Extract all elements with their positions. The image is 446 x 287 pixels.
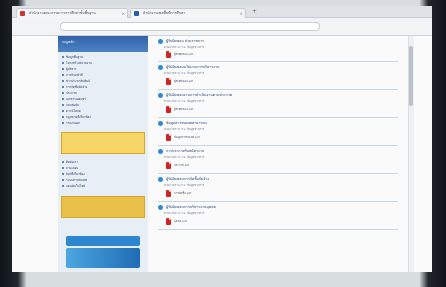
photo-frame: สำนักงานคณะกรรมการการศึกษาขั้นพื้นฐาน × … xyxy=(0,0,446,287)
file-link[interactable]: การจัดซื้อ.pdf xyxy=(166,190,286,197)
url-input[interactable] xyxy=(60,22,320,31)
favicon-icon xyxy=(134,11,139,16)
list-item-title[interactable]: การประกาศรับสมัครงาน xyxy=(158,148,388,154)
bullet-icon xyxy=(62,74,64,76)
sidebar-item[interactable]: ข่าวประชาสัมพันธ์ xyxy=(62,79,144,84)
sidebar-item[interactable]: ภารกิจหน้าที่ xyxy=(62,73,144,78)
close-icon[interactable]: × xyxy=(240,9,243,18)
list-item-meta: ตามมาตรา พ.ร.บ. ข้อมูลข่าวสาร xyxy=(164,155,205,159)
list-item-title[interactable]: ข้อมูลสารสนเทศสาธารณะ xyxy=(158,120,388,126)
bullet-icon xyxy=(62,110,64,112)
list-item-title[interactable]: ผู้รับผิดชอบ ส่วนราชการ xyxy=(158,38,388,44)
sidebar-header: เมนูหลัก xyxy=(58,36,148,52)
list-item-title[interactable]: ผู้รับผิดชอบการจัดซื้อจัดจ้าง xyxy=(158,176,388,182)
tab-label: สำนักงานคณะกรรมการการศึกษาขั้นพื้นฐาน xyxy=(29,11,96,15)
content-list: ผู้รับผิดชอบ ส่วนราชการ ตามมาตรา พ.ร.บ. … xyxy=(150,36,408,272)
favicon-icon xyxy=(20,11,25,16)
pdf-icon xyxy=(166,78,171,85)
new-tab-button[interactable]: + xyxy=(252,9,257,15)
bullet-icon xyxy=(62,98,64,100)
sidebar-item[interactable]: โครงสร้างหน่วยงาน xyxy=(62,61,144,66)
bullet-icon xyxy=(158,148,163,154)
divider xyxy=(158,229,398,230)
sidebar-item[interactable]: เอกสารเผยแพร่ xyxy=(62,97,144,102)
sidebar-item[interactable]: ดาวน์โหลด xyxy=(62,109,144,114)
browser-tab-bar: สำนักงานคณะกรรมการการศึกษาขั้นพื้นฐาน × … xyxy=(12,6,432,18)
bullet-icon xyxy=(158,38,163,44)
divider xyxy=(158,61,398,62)
sidebar-item[interactable]: ข้อมูลพื้นฐาน xyxy=(62,55,144,60)
sidebar-item[interactable]: รายงานผล xyxy=(62,121,144,126)
bullet-icon xyxy=(62,179,64,181)
bullet-icon xyxy=(62,161,64,163)
sidebar-banner[interactable] xyxy=(66,236,140,246)
sidebar-item[interactable]: กฎหมายที่เกี่ยวข้อง xyxy=(62,115,144,120)
file-link[interactable]: ประกาศ.pdf xyxy=(166,162,286,169)
sidebar-item[interactable]: ติดต่อเรา xyxy=(62,160,144,165)
browser-tab-1[interactable]: สำนักงานคณะกรรมการการศึกษาขั้นพื้นฐาน × xyxy=(16,8,128,18)
list-item-title[interactable]: ผู้รับผิดชอบงานการดำเนินงานตามประกาศ xyxy=(158,92,388,98)
sidebar-item[interactable]: แบบฟอร์ม xyxy=(62,103,144,108)
list-item-meta: ตามมาตรา พ.ร.บ. ข้อมูลข่าวสาร xyxy=(164,127,205,131)
list-item-meta: ตามมาตรา พ.ร.บ. ข้อมูลข่าวสาร xyxy=(164,211,205,215)
sidebar-highlight-box xyxy=(61,196,145,218)
sidebar-item[interactable]: การจัดซื้อจัดจ้าง xyxy=(62,85,144,90)
pdf-icon xyxy=(166,162,171,169)
bullet-icon xyxy=(62,56,64,58)
file-link[interactable]: ผู้รับผิดชอบ.pdf xyxy=(166,51,286,58)
bullet-icon xyxy=(62,86,64,88)
bullet-icon xyxy=(62,62,64,64)
tab-label: สำนักงานเขตพื้นที่การศึกษา xyxy=(143,11,186,15)
bullet-icon xyxy=(62,116,64,118)
close-icon[interactable]: × xyxy=(122,9,125,18)
bullet-icon xyxy=(62,173,64,175)
divider xyxy=(158,117,398,118)
divider xyxy=(158,145,398,146)
bullet-icon xyxy=(62,167,64,169)
sidebar-item[interactable]: ระบบสารสนเทศ xyxy=(62,178,144,183)
list-item-title[interactable]: ผู้รับผิดชอบการบริหารงานบุคคล xyxy=(158,204,388,210)
list-item-meta: ตามมาตรา พ.ร.บ. ข้อมูลข่าวสาร xyxy=(164,71,205,75)
pdf-icon xyxy=(166,51,171,58)
file-link[interactable]: ข้อมูลสารสนเทศ.pdf xyxy=(166,134,286,141)
sidebar-item[interactable]: ผู้บริหาร xyxy=(62,67,144,72)
bullet-icon xyxy=(62,92,64,94)
sidebar-highlight-box xyxy=(61,132,145,154)
pdf-icon xyxy=(166,134,171,141)
sidebar-banner[interactable] xyxy=(66,248,140,268)
bullet-icon xyxy=(62,104,64,106)
file-link[interactable]: บุคคล.pdf xyxy=(166,218,286,225)
bullet-icon xyxy=(158,176,163,182)
list-item-meta: ตามมาตรา พ.ร.บ. ข้อมูลข่าวสาร xyxy=(164,99,205,103)
pdf-icon xyxy=(166,218,171,225)
list-item-meta: ตามมาตรา พ.ร.บ. ข้อมูลข่าวสาร xyxy=(164,183,205,187)
file-link[interactable]: ผู้รับผิดชอบ.pdf xyxy=(166,78,286,85)
bullet-icon xyxy=(158,204,163,210)
bullet-icon xyxy=(62,80,64,82)
divider xyxy=(158,173,398,174)
sidebar-item[interactable]: ประกาศ xyxy=(62,91,144,96)
divider xyxy=(158,201,398,202)
bullet-icon xyxy=(62,68,64,70)
bullet-icon xyxy=(158,92,163,98)
sidebar-item[interactable]: ถาม-ตอบ xyxy=(62,166,144,171)
sidebar-item[interactable]: แผนผังเว็บไซต์ xyxy=(62,184,144,189)
divider xyxy=(158,89,398,90)
pdf-icon xyxy=(166,106,171,113)
scrollbar-thumb[interactable] xyxy=(409,46,413,106)
address-bar xyxy=(12,18,432,36)
bullet-icon xyxy=(62,185,64,187)
browser-tab-2[interactable]: สำนักงานเขตพื้นที่การศึกษา × xyxy=(130,8,246,18)
bullet-icon xyxy=(62,122,64,124)
pdf-icon xyxy=(166,190,171,197)
sidebar: เมนูหลัก ข้อมูลพื้นฐาน โครงสร้างหน่วยงาน… xyxy=(58,36,148,272)
bullet-icon xyxy=(158,120,163,126)
file-link[interactable]: ผู้รับผิดชอบ.pdf xyxy=(166,106,286,113)
monitor-screen: สำนักงานคณะกรรมการการศึกษาขั้นพื้นฐาน × … xyxy=(12,6,432,272)
bullet-icon xyxy=(158,64,163,70)
list-item-meta: ตามมาตรา พ.ร.บ. ข้อมูลข่าวสาร xyxy=(164,45,205,49)
list-item-title[interactable]: ผู้รับผิดชอบนโยบายการบริหารงาน xyxy=(158,64,388,70)
sidebar-item[interactable]: ลิงก์ที่เกี่ยวข้อง xyxy=(62,172,144,177)
